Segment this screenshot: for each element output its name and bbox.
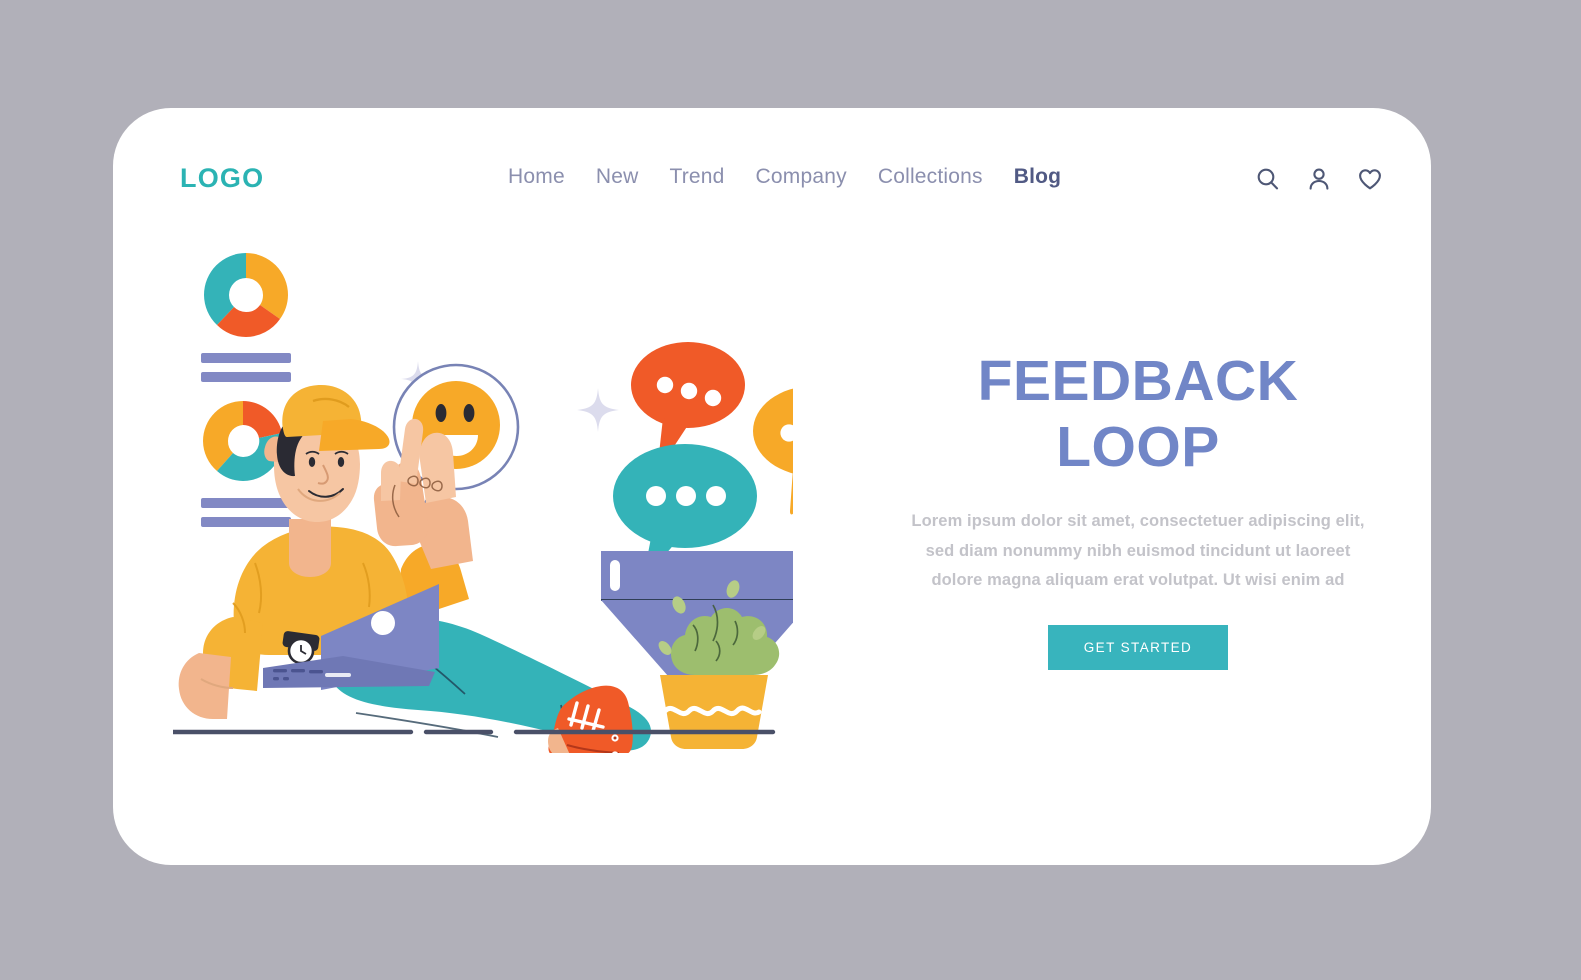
bubble-dot xyxy=(676,486,696,506)
eye-left xyxy=(308,457,316,467)
nav-item-company[interactable]: Company xyxy=(756,165,847,189)
main-navigation: Home New Trend Company Collections Blog xyxy=(508,165,1061,189)
search-icon[interactable] xyxy=(1255,166,1281,192)
laptop-logo xyxy=(371,611,395,635)
text-bar-group-top xyxy=(201,353,291,382)
text-bar xyxy=(201,353,291,363)
user-icon[interactable] xyxy=(1306,166,1332,192)
nav-item-new[interactable]: New xyxy=(596,165,639,189)
eye-right xyxy=(337,457,345,467)
funnel-highlight-top xyxy=(610,560,620,591)
neck xyxy=(289,519,331,577)
cap-brim xyxy=(319,419,390,451)
sparkle-middle xyxy=(577,388,619,432)
heart-icon[interactable] xyxy=(1357,166,1383,192)
feedback-loop-illustration xyxy=(173,233,793,753)
site-header: LOGO Home New Trend Company Collections … xyxy=(113,108,1431,238)
wristwatch xyxy=(282,631,320,665)
nav-item-collections[interactable]: Collections xyxy=(878,165,983,189)
bubble-dot xyxy=(646,486,666,506)
arm-left xyxy=(178,653,231,719)
bubble-dot xyxy=(680,382,698,400)
upper-forearm xyxy=(419,432,456,503)
bubble-dot xyxy=(656,376,674,394)
logo[interactable]: LOGO xyxy=(180,163,264,194)
speech-bubble-yellow xyxy=(753,388,793,515)
smiley-eye-right xyxy=(463,404,475,422)
text-bar xyxy=(201,372,291,382)
text-bar-group-bottom xyxy=(201,498,291,527)
bubble-dot xyxy=(704,389,722,407)
get-started-button[interactable]: GET STARTED xyxy=(1047,625,1229,671)
page-title: FEEDBACK LOOP xyxy=(903,348,1373,480)
nav-item-blog[interactable]: Blog xyxy=(1014,165,1061,189)
nav-item-trend[interactable]: Trend xyxy=(669,165,724,189)
donut-chart-top xyxy=(204,253,288,337)
headline-line-2: LOOP xyxy=(1056,415,1220,480)
thumb xyxy=(381,460,401,501)
bubble-dot xyxy=(706,486,726,506)
header-icon-group xyxy=(1255,166,1383,192)
hero-description: Lorem ipsum dolor sit amet, consectetuer… xyxy=(911,512,1365,589)
headline-line-1: FEEDBACK xyxy=(977,349,1299,413)
text-bar xyxy=(201,517,291,527)
smiley-eye-left xyxy=(435,404,447,422)
hero-content: FEEDBACK LOOP Lorem ipsum dolor sit amet… xyxy=(903,348,1373,671)
nav-item-home[interactable]: Home xyxy=(508,165,565,189)
text-bar xyxy=(201,498,291,508)
landing-page-card: LOGO Home New Trend Company Collections … xyxy=(113,108,1431,865)
